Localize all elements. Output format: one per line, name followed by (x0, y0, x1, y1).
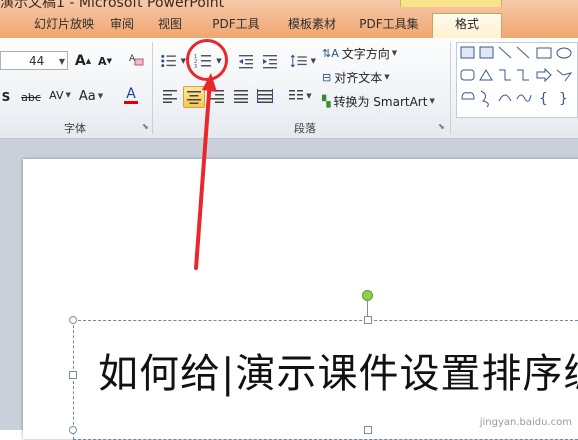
annotation-arrow (194, 73, 217, 270)
watermark-text: jingyan.baidu.com (479, 417, 572, 428)
